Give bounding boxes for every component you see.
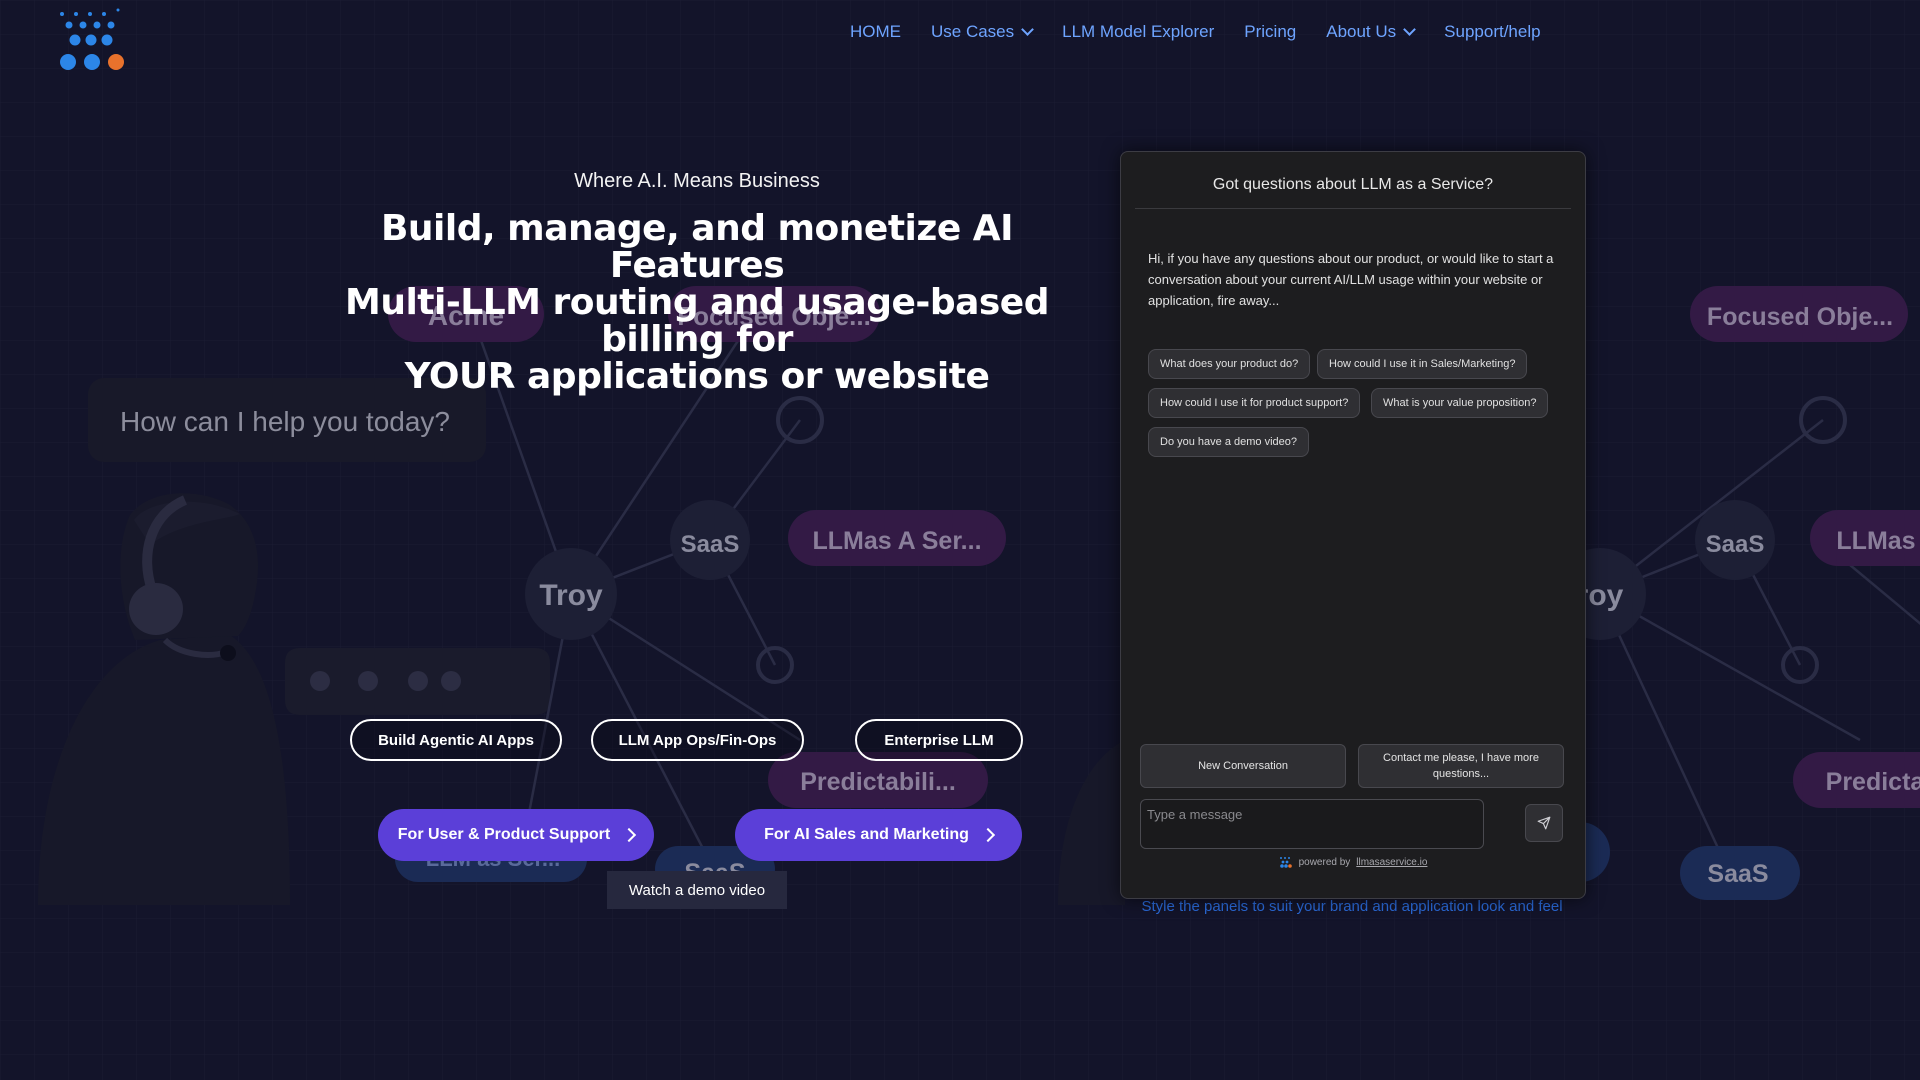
contact-me-button[interactable]: Contact me please, I have more questions… xyxy=(1358,744,1564,788)
chevron-down-icon xyxy=(1403,23,1417,36)
send-icon xyxy=(1537,816,1551,830)
nav-pricing[interactable]: Pricing xyxy=(1244,22,1296,42)
logo-accent-dot xyxy=(108,54,124,70)
headline-line-3: YOUR applications or website xyxy=(404,356,990,397)
typing-bubble xyxy=(285,648,550,715)
user-product-support-button[interactable]: For User & Product Support xyxy=(378,809,654,861)
suggestion-value-proposition[interactable]: What is your value proposition? xyxy=(1371,388,1549,418)
suggestion-what-does-product-do[interactable]: What does your product do? xyxy=(1148,349,1311,379)
nav-home[interactable]: HOME xyxy=(850,22,901,42)
send-button[interactable] xyxy=(1525,804,1563,842)
chat-assistant-message: Hi, if you have any questions about our … xyxy=(1148,251,1554,308)
svg-text:SaaS: SaaS xyxy=(1706,531,1765,558)
headset-earcup xyxy=(129,583,183,635)
style-panels-note: Style the panels to suit your brand and … xyxy=(1141,898,1563,915)
background-network-illustration: How can I help you today? Acme Focused O… xyxy=(0,0,1920,1080)
powered-by-link[interactable]: llmasaservice.io xyxy=(1356,857,1427,868)
llm-app-ops-button[interactable]: LLM App Ops/Fin-Ops xyxy=(591,719,804,761)
svg-text:SaaS: SaaS xyxy=(1707,860,1768,888)
message-input[interactable] xyxy=(1140,799,1484,849)
nav-about-us[interactable]: About Us xyxy=(1326,22,1417,42)
enterprise-llm-button[interactable]: Enterprise LLM xyxy=(855,719,1023,761)
svg-text:Focused Obje...: Focused Obje... xyxy=(1707,303,1893,331)
svg-text:Predicta: Predicta xyxy=(1826,768,1920,796)
nav-support-help[interactable]: Support/help xyxy=(1444,22,1540,42)
chevron-right-icon xyxy=(622,827,637,843)
powered-by: powered by llmasaservice.io xyxy=(1121,856,1585,868)
chat-title: Got questions about LLM as a Service? xyxy=(1135,176,1571,209)
build-agentic-ai-apps-button[interactable]: Build Agentic AI Apps xyxy=(350,719,562,761)
brand-mini-logo-icon xyxy=(1279,857,1292,868)
svg-text:Troy: Troy xyxy=(539,579,603,612)
chevron-right-icon xyxy=(980,827,995,843)
prompt-text: How can I help you today? xyxy=(120,406,450,437)
top-navigation: HOME Use Cases LLM Model Explorer Pricin… xyxy=(850,22,1541,42)
hero-tagline: Where A.I. Means Business xyxy=(574,170,820,192)
svg-text:Predictabili...: Predictabili... xyxy=(800,768,956,796)
hero-headline: Build, manage, and monetize AI Features … xyxy=(310,210,1084,395)
nav-use-cases[interactable]: Use Cases xyxy=(931,22,1035,42)
svg-text:LLMas A Ser...: LLMas A Ser... xyxy=(812,527,981,555)
chat-panel: Got questions about LLM as a Service? Hi… xyxy=(1120,151,1586,899)
brand-logo[interactable] xyxy=(56,8,132,74)
nav-llm-model-explorer[interactable]: LLM Model Explorer xyxy=(1062,22,1214,42)
new-conversation-button[interactable]: New Conversation xyxy=(1140,744,1346,788)
suggestion-product-support[interactable]: How could I use it for product support? xyxy=(1148,388,1361,418)
suggestion-sales-marketing[interactable]: How could I use it in Sales/Marketing? xyxy=(1317,349,1528,379)
ai-sales-marketing-button[interactable]: For AI Sales and Marketing xyxy=(735,809,1022,861)
headline-line-2: Multi-LLM routing and usage-based billin… xyxy=(345,282,1050,360)
svg-text:SaaS: SaaS xyxy=(681,531,740,558)
suggestion-demo-video[interactable]: Do you have a demo video? xyxy=(1148,427,1309,457)
svg-text:LLMas: LLMas xyxy=(1836,527,1915,555)
chevron-down-icon xyxy=(1021,23,1035,36)
watch-demo-video-button[interactable]: Watch a demo video xyxy=(607,871,787,909)
headline-line-1: Build, manage, and monetize AI Features xyxy=(380,208,1014,286)
